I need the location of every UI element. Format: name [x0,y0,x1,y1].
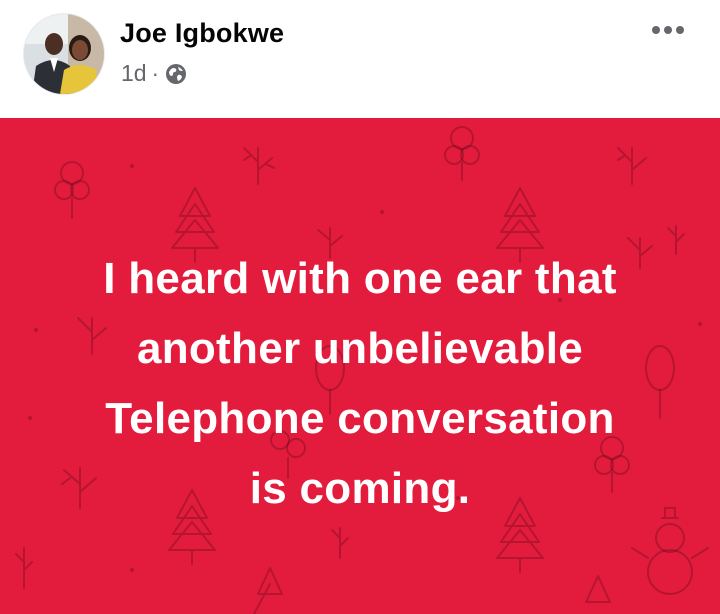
post-text: I heard with one ear that another unbeli… [0,244,720,524]
post-text-line: I heard with one ear that [103,254,617,303]
post-text-line: is coming. [249,464,471,513]
post-text-line: Telephone conversation [105,394,615,443]
more-options-button[interactable] [650,20,686,40]
post-header: Joe Igbokwe 1d · [0,0,720,118]
post-timestamp[interactable]: 1d [121,60,147,87]
post-background-card: I heard with one ear that another unbeli… [0,118,720,614]
post-text-line: another unbelievable [136,324,584,373]
facebook-post: Joe Igbokwe 1d · I heard with one ear th… [0,0,720,614]
avatar-photo [24,14,104,94]
globe-icon[interactable] [165,63,187,85]
author-avatar[interactable] [24,14,104,94]
more-options-icon [652,26,684,34]
post-meta: 1d · [121,60,187,87]
meta-separator: · [151,60,159,86]
author-name[interactable]: Joe Igbokwe [120,18,284,49]
